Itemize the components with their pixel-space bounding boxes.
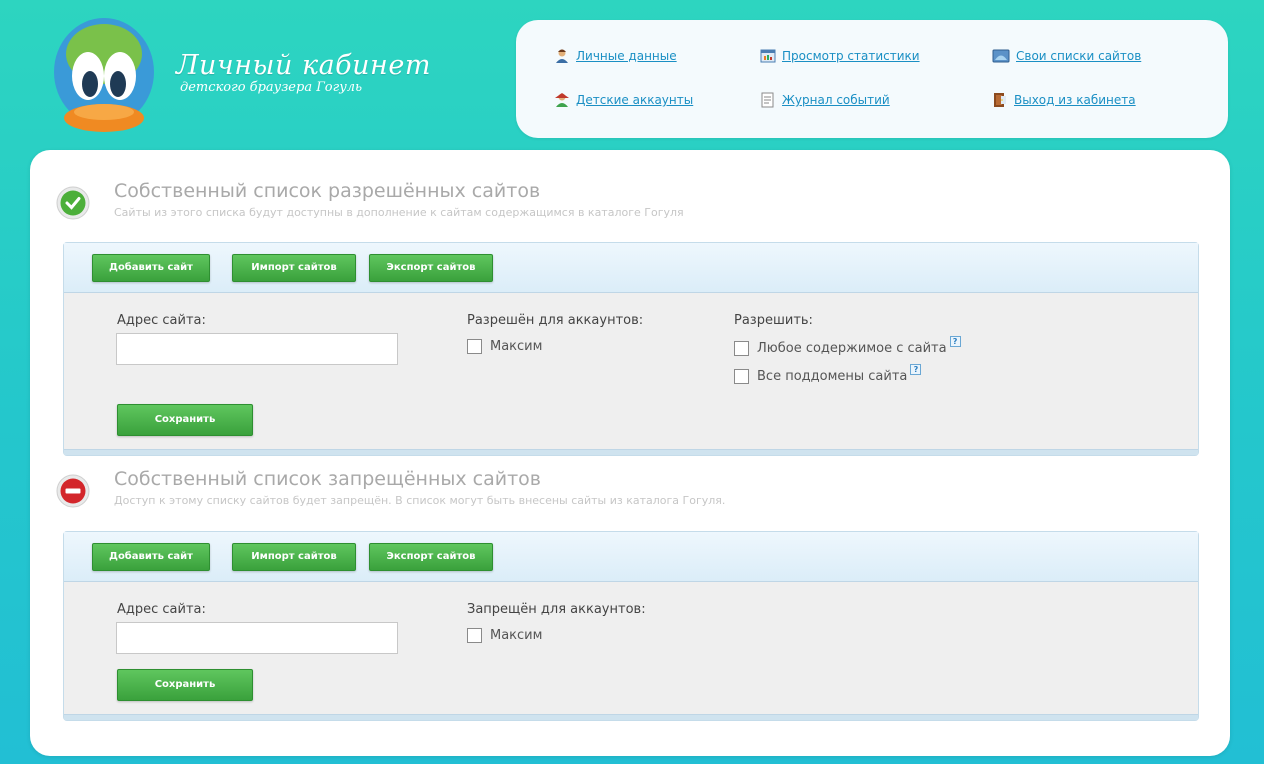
allowed-accounts-label: Разрешён для аккаунтов: [467,313,644,328]
subdomains-label: Все поддомены сайта [757,369,908,384]
site-list-icon [992,49,1010,63]
allowed-add-site-button[interactable]: Добавить сайт [92,254,210,282]
allowed-address-input[interactable] [116,333,398,365]
any-content-option[interactable]: Любое содержимое с сайта ? [734,336,961,356]
allow-options-label: Разрешить: [734,313,813,328]
blocked-account-checkbox[interactable] [467,628,482,643]
nav-logout[interactable]: Выход из кабинета [992,92,1136,108]
blocked-account-name: Максим [490,628,543,643]
blocked-section-title: Собственный список запрещённых сайтов [114,468,542,490]
nav-child-accounts[interactable]: Детские аккаунты [554,92,693,108]
child-user-icon [555,93,569,107]
blocked-accounts-label: Запрещён для аккаунтов: [467,602,646,617]
user-icon [556,49,568,63]
nav-logout-label: Выход из кабинета [1014,93,1136,107]
allowed-section-title: Собственный список разрешённых сайтов [114,180,541,202]
any-content-checkbox[interactable] [734,341,749,356]
allowed-sites-box: Добавить сайт Импорт сайтов Экспорт сайт… [63,242,1199,456]
blocked-account-option[interactable]: Максим [467,628,542,643]
allowed-account-checkbox[interactable] [467,339,482,354]
main-panel: Собственный список разрешённых сайтов Са… [30,150,1230,756]
allowed-box-footer [64,449,1198,455]
duck-logo-icon [54,18,154,132]
nav-child-accounts-label: Детские аккаунты [576,93,694,107]
blocked-toolbar: Добавить сайт Импорт сайтов Экспорт сайт… [64,532,1198,582]
blocked-address-input[interactable] [116,622,398,654]
blocked-section-description: Доступ к этому списку сайтов будет запре… [114,494,726,507]
help-icon[interactable]: ? [910,364,922,375]
any-content-label: Любое содержимое с сайта [757,341,947,356]
blocked-save-button[interactable]: Сохранить [117,669,253,701]
allowed-import-sites-button[interactable]: Импорт сайтов [232,254,356,282]
stats-window-icon [760,49,776,63]
nav-view-stats[interactable]: Просмотр статистики [760,48,920,64]
document-icon [761,92,774,108]
allowed-toolbar: Добавить сайт Импорт сайтов Экспорт сайт… [64,243,1198,293]
subdomains-option[interactable]: Все поддомены сайта ? [734,364,922,384]
brand-title: Личный кабинет [176,50,431,81]
checkmark-icon [56,186,90,220]
blocked-import-sites-button[interactable]: Импорт сайтов [232,543,356,571]
allowed-address-label: Адрес сайта: [117,313,206,328]
allowed-section-description: Сайты из этого списка будут доступны в д… [114,206,684,219]
help-icon[interactable]: ? [949,336,961,347]
exit-door-icon [994,93,1006,107]
nav-view-stats-label: Просмотр статистики [782,49,920,63]
top-navigation: Личные данные Детские аккаунты Просмотр … [516,20,1228,138]
nav-personal-data[interactable]: Личные данные [554,48,677,64]
nav-event-log-label: Журнал событий [782,93,890,107]
nav-site-lists-label: Свои списки сайтов [1016,49,1142,63]
blocked-add-site-button[interactable]: Добавить сайт [92,543,210,571]
nav-event-log[interactable]: Журнал событий [760,92,890,108]
brand: Личный кабинет детского браузера Гогуль [176,50,431,96]
allowed-save-button[interactable]: Сохранить [117,404,253,436]
subdomains-checkbox[interactable] [734,369,749,384]
allowed-account-option[interactable]: Максим [467,339,542,354]
nav-personal-data-label: Личные данные [576,49,677,63]
blocked-address-label: Адрес сайта: [117,602,206,617]
allowed-account-name: Максим [490,339,543,354]
allowed-export-sites-button[interactable]: Экспорт сайтов [369,254,493,282]
no-entry-icon [56,474,90,508]
brand-subtitle: детского браузера Гогуль [180,80,363,95]
blocked-sites-box: Добавить сайт Импорт сайтов Экспорт сайт… [63,531,1199,721]
nav-site-lists[interactable]: Свои списки сайтов [992,48,1141,64]
blocked-export-sites-button[interactable]: Экспорт сайтов [369,543,493,571]
blocked-box-footer [64,714,1198,720]
